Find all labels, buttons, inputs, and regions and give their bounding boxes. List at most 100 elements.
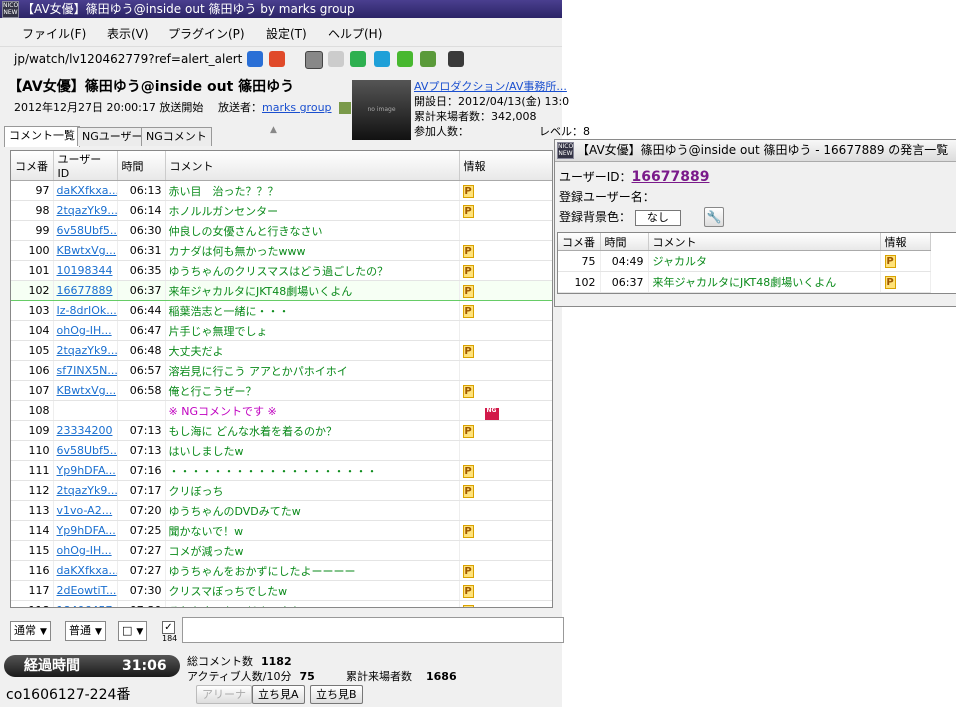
table-row[interactable]: 104 ohOg-IH... 06:47 片手じゃ無理でしょ: [11, 320, 552, 341]
user-id-link[interactable]: 18406457: [53, 600, 118, 607]
col-info[interactable]: 情報: [880, 233, 931, 251]
table-row[interactable]: 102 06:37 来年ジャカルタにJKT48劇場いくよん P: [558, 271, 931, 293]
disabled-icon[interactable]: [328, 51, 344, 67]
menu-file[interactable]: ファイル(F): [22, 25, 86, 42]
table-row[interactable]: 117 2dEowtiT... 07:30 クリスマぼっちでしたw P: [11, 580, 552, 601]
on-toggle-icon[interactable]: [397, 51, 413, 67]
user-id-link[interactable]: 16677889: [632, 169, 710, 185]
col-time[interactable]: 時間: [600, 233, 649, 251]
user-id-link[interactable]: ohOg-IH...: [53, 540, 118, 561]
comment-text: 来年ジャカルタにJKT48劇場いくよん: [165, 280, 460, 301]
sub-window-title: 【AV女優】篠田ゆう@inside out 篠田ゆう - 16677889 の発…: [577, 143, 949, 157]
arena-button[interactable]: アリーナ: [196, 685, 252, 704]
col-time[interactable]: 時間: [117, 151, 166, 181]
table-row[interactable]: 112 2tqazYk9... 07:17 クリぼっち P: [11, 480, 552, 501]
user-id-link[interactable]: 6v58Ubf5...: [53, 440, 118, 461]
comment-input[interactable]: [182, 617, 564, 643]
table-row[interactable]: 109 23334200 07:13 もし海に どんな水着を着るのか？ P: [11, 420, 552, 441]
table-row[interactable]: 101 10198344 06:35 ゆうちゃんのクリスマスはどう過ごしたの？ P: [11, 260, 552, 281]
user-id-link[interactable]: Iz-8drIOk...: [53, 300, 118, 321]
stand-a-button[interactable]: 立ち見A: [252, 685, 305, 704]
size-select[interactable]: 普通 ▼: [65, 621, 106, 641]
user-id-link[interactable]: sf7INX5N...: [53, 360, 118, 381]
col-number[interactable]: コメ番: [11, 151, 54, 181]
user-id-link[interactable]: Yp9hDFA...: [53, 520, 118, 541]
user-id-link[interactable]: daKXfkxa...: [53, 180, 118, 201]
comment-number: 112: [11, 480, 54, 501]
upload-icon[interactable]: [350, 51, 366, 67]
table-row[interactable]: 99 6v58Ubf5... 06:30 仲良しの女優さんと行きなさい: [11, 220, 552, 241]
user-id-link[interactable]: 16677889: [53, 280, 118, 301]
comment-info: [459, 320, 552, 341]
table-row[interactable]: 110 6v58Ubf5... 07:13 はいしましたw: [11, 440, 552, 461]
table-row[interactable]: 102 16677889 06:37 来年ジャカルタにJKT48劇場いくよん P: [11, 280, 552, 301]
stop-icon[interactable]: [269, 51, 285, 67]
table-row[interactable]: 115 ohOg-IH... 07:27 コメが減ったw: [11, 540, 552, 561]
col-comment[interactable]: コメント: [165, 151, 460, 181]
col-comment[interactable]: コメント: [648, 233, 881, 251]
user-id-link[interactable]: 2dEowtiT...: [53, 580, 118, 601]
table-row[interactable]: 105 2tqazYk9... 06:48 大丈夫だよ P: [11, 340, 552, 361]
menu-settings[interactable]: 設定(T): [266, 25, 307, 42]
user-id-link[interactable]: 2tqazYk9...: [53, 480, 118, 501]
user-id-link[interactable]: 6v58Ubf5...: [53, 220, 118, 241]
community-link[interactable]: AVプロダクション/AV事務所...: [414, 79, 590, 94]
col-number[interactable]: コメ番: [558, 233, 601, 251]
anonymous-checkbox[interactable]: ✓ 184: [162, 621, 177, 643]
user-id-link[interactable]: Yp9hDFA...: [53, 460, 118, 481]
go-icon[interactable]: [247, 51, 263, 67]
table-row[interactable]: 114 Yp9hDFA... 07:25 聞かないで！w P: [11, 520, 552, 541]
table-row[interactable]: 1181840645707:30それをきいちゃだめですよP: [11, 600, 552, 607]
user-id-link[interactable]: daKXfkxa...: [53, 560, 118, 581]
refresh-icon[interactable]: [374, 51, 390, 67]
bg-color-field[interactable]: なし: [634, 209, 681, 226]
wrench-icon[interactable]: 🔧: [704, 207, 724, 227]
tab-ng-comments[interactable]: NGコメント: [141, 127, 212, 146]
stand-b-button[interactable]: 立ち見B: [310, 685, 363, 704]
user-id-link[interactable]: v1vo-A2...: [53, 500, 118, 521]
user-id-link[interactable]: KBwtxVg...: [53, 240, 118, 261]
user-id-link[interactable]: 2tqazYk9...: [53, 340, 118, 361]
table-row[interactable]: 100 KBwtxVg... 06:31 カナダは何も無かったwww P: [11, 240, 552, 261]
comment-text: 稲葉浩志と一緒に・・・: [165, 300, 460, 321]
color-select[interactable]: □ ▼: [118, 621, 148, 641]
settings-icon[interactable]: [420, 51, 436, 67]
table-row[interactable]: 106 sf7INX5N... 06:57 溶岩見に行こう アアとかパホイホイ: [11, 360, 552, 381]
user-id-link[interactable]: 10198344: [53, 260, 118, 281]
tab-ng-users[interactable]: NGユーザー: [77, 127, 148, 146]
url-field[interactable]: jp/watch/lv120462779?ref=alert_alert: [14, 52, 242, 66]
plugin-icon[interactable]: [448, 51, 464, 67]
table-row[interactable]: 98 2tqazYk9... 06:14 ホノルルガンセンター P: [11, 200, 552, 221]
menu-help[interactable]: ヘルプ(H): [328, 25, 382, 42]
table-row[interactable]: 116 daKXfkxa... 07:27 ゆうちゃんをおかずにしたよーーーー P: [11, 560, 552, 581]
comment-number: 118: [11, 600, 54, 607]
position-select[interactable]: 通常 ▼: [10, 621, 51, 641]
comment-info: P: [459, 380, 552, 401]
col-info[interactable]: 情報: [459, 151, 552, 181]
menu-plugin[interactable]: プラグイン(P): [168, 25, 245, 42]
user-id-link[interactable]: 2tqazYk9...: [53, 200, 118, 221]
collapse-icon[interactable]: ▲: [270, 125, 277, 135]
record-icon[interactable]: [305, 51, 323, 69]
comment-table[interactable]: コメ番 ユーザーID 時間 コメント 情報 97 daKXfkxa... 06:13…: [10, 150, 553, 608]
main-titlebar[interactable]: NICO NEW 【AV女優】篠田ゆう@inside out 篠田ゆう by m…: [0, 0, 562, 18]
user-comment-table[interactable]: コメ番 時間 コメント 情報 75 04:49 ジャカルタ P 102 06:37 来年ジャ…: [557, 232, 956, 294]
comment-text: ジャカルタ: [648, 250, 881, 272]
table-row[interactable]: 75 04:49 ジャカルタ P: [558, 250, 931, 272]
user-id-link[interactable]: ohOg-IH...: [53, 320, 118, 341]
menu-view[interactable]: 表示(V): [107, 25, 149, 42]
tab-comment-list[interactable]: コメント一覧: [4, 126, 80, 147]
user-id-link[interactable]: [53, 400, 118, 421]
table-row[interactable]: 113 v1vo-A2... 07:20 ゆうちゃんのDVDみてたw: [11, 500, 552, 521]
table-row[interactable]: 108 ※ NGコメントです ※ NG: [11, 400, 552, 421]
community-info: AVプロダクション/AV事務所... 開設日：2012/04/13(金) 13:…: [414, 79, 590, 139]
caster-link[interactable]: marks group: [262, 101, 332, 114]
user-id-link[interactable]: KBwtxVg...: [53, 380, 118, 401]
col-user-id[interactable]: ユーザーID: [53, 151, 118, 181]
table-row[interactable]: 111 Yp9hDFA... 07:16 ・・・・・・・・・・・・・・・・・・・ P: [11, 460, 552, 481]
sub-titlebar[interactable]: NICO NEW 【AV女優】篠田ゆう@inside out 篠田ゆう - 16…: [555, 140, 956, 162]
user-id-link[interactable]: 23334200: [53, 420, 118, 441]
table-row[interactable]: 107 KBwtxVg... 06:58 俺と行こうぜー？ P: [11, 380, 552, 401]
table-row[interactable]: 103 Iz-8drIOk... 06:44 稲葉浩志と一緒に・・・ P: [11, 300, 552, 321]
table-row[interactable]: 97 daKXfkxa... 06:13 赤い目 治った？？？ P: [11, 180, 552, 201]
